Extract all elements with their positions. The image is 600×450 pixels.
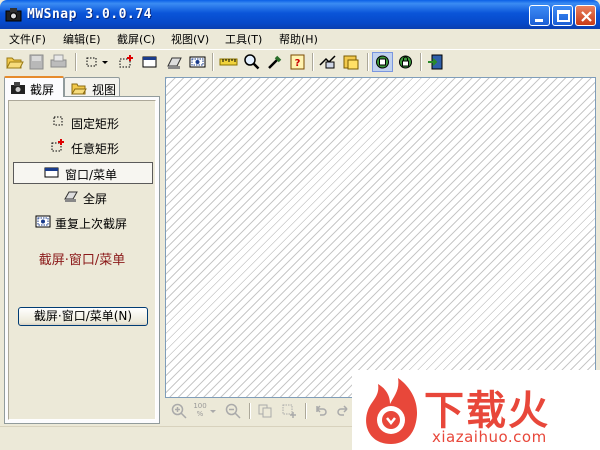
- repeat-icon: [35, 215, 51, 228]
- capture-fixed-rect[interactable]: 固定矩形: [9, 112, 155, 134]
- toolbar-separator: [420, 53, 422, 71]
- exit-icon[interactable]: [426, 53, 445, 71]
- fixed-rect-icon: [53, 116, 63, 126]
- zoom-dropdown-icon[interactable]: [209, 403, 217, 419]
- save-icon[interactable]: [27, 53, 46, 71]
- window-icon: [44, 167, 59, 178]
- toolbar: ?: [0, 49, 600, 74]
- camera-app-icon: [5, 8, 22, 22]
- toolbar-separator: [312, 53, 314, 71]
- undo-icon[interactable]: [313, 403, 329, 419]
- capture-fullscreen-label: 全屏: [83, 192, 108, 206]
- fullscreen-icon[interactable]: [165, 53, 184, 71]
- zoom-separator: [249, 403, 251, 419]
- close-button[interactable]: [575, 5, 596, 26]
- capture-panel-inner: 固定矩形 任意矩形 窗口/菜单 全屏 重复上次截屏 截屏·窗口/菜单 截屏·窗口…: [8, 100, 156, 420]
- zoom-level[interactable]: 100 %: [193, 402, 207, 418]
- copy-icon[interactable]: [257, 403, 273, 419]
- color-picker-icon[interactable]: [265, 53, 284, 71]
- magnifier-icon[interactable]: [242, 53, 261, 71]
- tab-view[interactable]: 视图: [64, 77, 120, 97]
- minimize-button[interactable]: [529, 5, 550, 26]
- capture-fullscreen[interactable]: 全屏: [9, 187, 155, 209]
- any-rect-icon: [51, 139, 64, 152]
- zoom-in-icon[interactable]: [171, 403, 187, 419]
- menu-capture[interactable]: 截屏(C): [117, 31, 155, 47]
- toolbar-separator: [212, 53, 214, 71]
- print-icon[interactable]: [49, 53, 68, 71]
- menu-file[interactable]: 文件(F): [9, 31, 46, 47]
- menu-bar: 文件(F) 编辑(E) 截屏(C) 视图(V) 工具(T) 帮助(H): [0, 29, 600, 48]
- watermark: 下载火 xiazaihuo.com: [352, 370, 600, 450]
- open-icon[interactable]: [5, 53, 24, 71]
- minimize-icon: [535, 19, 543, 22]
- window-icon[interactable]: [140, 53, 159, 71]
- watermark-url: xiazaihuo.com: [432, 428, 547, 446]
- lock-icon[interactable]: [396, 53, 415, 71]
- pin-button[interactable]: [372, 52, 393, 72]
- hotkeys-icon[interactable]: [341, 53, 360, 71]
- capture-window-menu[interactable]: 窗口/菜单: [13, 162, 153, 184]
- options-icon[interactable]: [318, 53, 337, 71]
- toolbar-separator: [75, 53, 77, 71]
- flame-logo-icon: [366, 378, 418, 444]
- zoom-out-icon[interactable]: [225, 403, 241, 419]
- current-capture-mode: 截屏·窗口/菜单: [38, 253, 126, 268]
- capture-any-rect-label: 任意矩形: [71, 142, 120, 156]
- capture-window-menu-label: 窗口/菜单: [65, 168, 118, 182]
- toolbar-separator: [367, 53, 369, 71]
- pin-icon: [376, 55, 389, 69]
- capture-fixed-rect-label: 固定矩形: [71, 117, 120, 131]
- capture-panel: 固定矩形 任意矩形 窗口/菜单 全屏 重复上次截屏 截屏·窗口/菜单 截屏·窗口…: [4, 96, 160, 424]
- zoom-level-unit: %: [196, 410, 204, 418]
- title-bar[interactable]: MWSnap 3.0.0.74: [0, 0, 600, 29]
- ruler-icon[interactable]: [219, 53, 238, 71]
- capture-now-button[interactable]: 截屏·窗口/菜单(N): [18, 307, 148, 326]
- zoom-level-value: 100: [193, 402, 207, 410]
- tab-capture-label: 截屏: [30, 83, 55, 97]
- tab-capture[interactable]: 截屏: [4, 76, 64, 97]
- menu-help[interactable]: 帮助(H): [279, 31, 318, 47]
- window-title: MWSnap 3.0.0.74: [27, 7, 152, 22]
- dropdown-arrow-icon[interactable]: [99, 53, 111, 71]
- menu-view[interactable]: 视图(V): [171, 31, 209, 47]
- close-icon: [581, 11, 592, 22]
- svg-text:?: ?: [295, 58, 301, 69]
- maximize-button[interactable]: [552, 5, 573, 26]
- image-canvas[interactable]: [165, 77, 596, 398]
- redo-icon[interactable]: [335, 403, 351, 419]
- capture-any-rect[interactable]: 任意矩形: [9, 137, 155, 159]
- crop-icon[interactable]: [281, 403, 297, 419]
- panel-tabs: 截屏 视图: [0, 76, 162, 97]
- help-icon[interactable]: ?: [288, 53, 307, 71]
- capture-repeat-last-label: 重复上次截屏: [55, 217, 128, 231]
- menu-edit[interactable]: 编辑(E): [63, 31, 101, 47]
- maximize-icon: [557, 10, 570, 22]
- repeat-icon[interactable]: [188, 53, 207, 71]
- folder-icon: [71, 83, 87, 95]
- menu-tools[interactable]: 工具(T): [225, 31, 262, 47]
- zoom-toolbar: 100 %: [165, 398, 355, 424]
- capture-repeat-last[interactable]: 重复上次截屏: [9, 212, 155, 234]
- camera-icon: [11, 82, 25, 94]
- any-rect-icon[interactable]: [117, 53, 136, 71]
- fullscreen-icon: [64, 191, 78, 202]
- zoom-separator: [305, 403, 307, 419]
